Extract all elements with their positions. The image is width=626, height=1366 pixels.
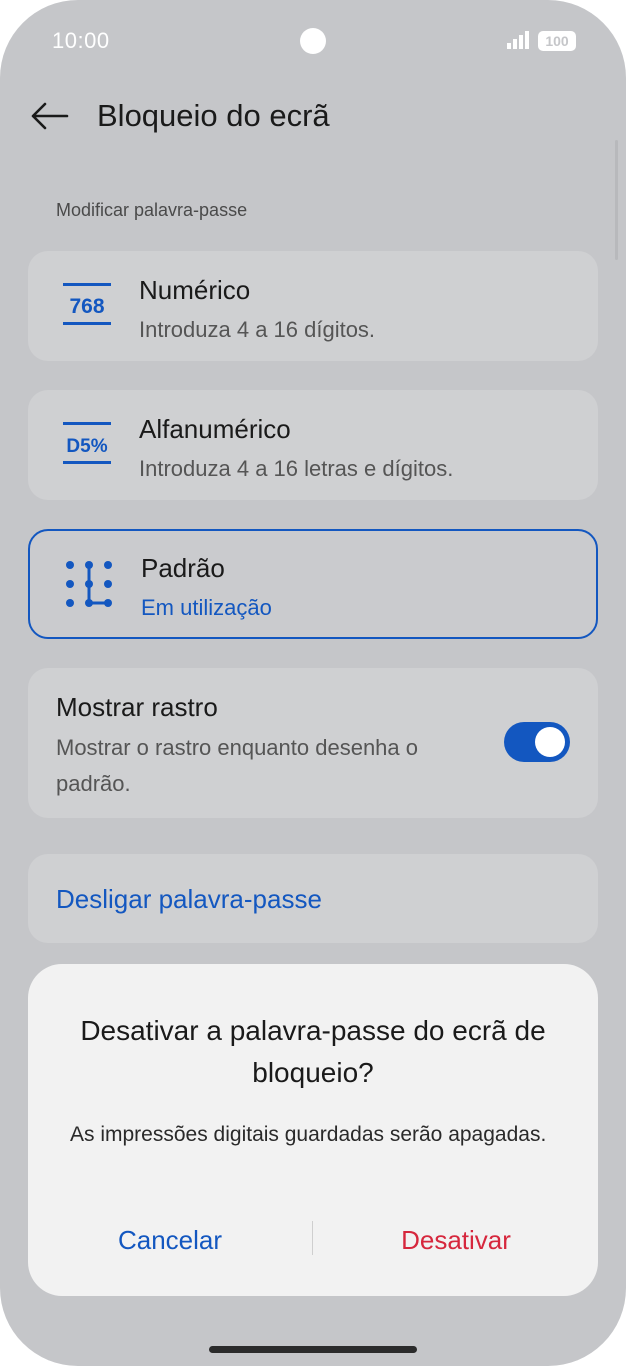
- app-header: Bloqueio do ecrã: [0, 88, 626, 148]
- option-title: Alfanumérico: [139, 414, 291, 444]
- status-time: 10:00: [52, 28, 110, 53]
- status-bar: 10:00 100: [0, 0, 626, 82]
- toggle-knob: [535, 727, 565, 757]
- option-title: Numérico: [139, 275, 251, 305]
- arrow-left-icon: [31, 102, 69, 130]
- alphanumeric-icon-text: D5%: [66, 436, 107, 457]
- dialog-title: Desativar a palavra-passe do ecrã de blo…: [80, 1015, 546, 1088]
- setting-title: Mostrar rastro: [56, 692, 218, 722]
- alphanumeric-d5-icon: D5%: [63, 422, 111, 464]
- setting-description: Mostrar o rastro enquanto desenha o padr…: [56, 735, 419, 796]
- back-button[interactable]: [26, 96, 72, 136]
- show-trace-setting[interactable]: Mostrar rastro Mostrar o rastro enquanto…: [28, 668, 598, 818]
- disable-button[interactable]: Desativar: [314, 1220, 598, 1260]
- numeric-768-icon: 768: [63, 283, 111, 325]
- dialog-message: As impressões digitais guardadas serão a…: [70, 1123, 547, 1146]
- option-title: Padrão: [141, 553, 225, 583]
- option-status: Em utilização: [141, 595, 272, 620]
- pattern-icon: [66, 561, 112, 607]
- battery-level: 100: [545, 33, 569, 49]
- section-label: Modificar palavra-passe: [56, 200, 248, 220]
- home-indicator[interactable]: [209, 1346, 417, 1353]
- option-numeric[interactable]: 768 Numérico Introduza 4 a 16 dígitos.: [28, 251, 598, 361]
- option-pattern[interactable]: Padrão Em utilização: [28, 529, 598, 639]
- option-alphanumeric[interactable]: D5% Alfanumérico Introduza 4 a 16 letras…: [28, 390, 598, 500]
- button-divider: [312, 1221, 313, 1255]
- numeric-icon-text: 768: [69, 295, 104, 318]
- option-subtitle: Introduza 4 a 16 letras e dígitos.: [139, 456, 454, 481]
- signal-icon: [507, 31, 529, 49]
- disable-password-row[interactable]: Desligar palavra-passe: [28, 854, 598, 943]
- option-subtitle: Introduza 4 a 16 dígitos.: [139, 317, 376, 342]
- disable-password-link[interactable]: Desligar palavra-passe: [56, 884, 322, 915]
- scrollbar[interactable]: [615, 140, 618, 260]
- confirm-dialog: Desativar a palavra-passe do ecrã de blo…: [28, 964, 598, 1296]
- battery-icon: 100: [538, 31, 576, 51]
- cancel-button[interactable]: Cancelar: [28, 1220, 312, 1260]
- front-camera: [300, 28, 326, 54]
- page-title: Bloqueio do ecrã: [97, 98, 330, 133]
- phone-screen: 10:00 100 Bloqueio do ecrã Modificar pal…: [0, 0, 626, 1366]
- show-trace-toggle[interactable]: [504, 722, 570, 762]
